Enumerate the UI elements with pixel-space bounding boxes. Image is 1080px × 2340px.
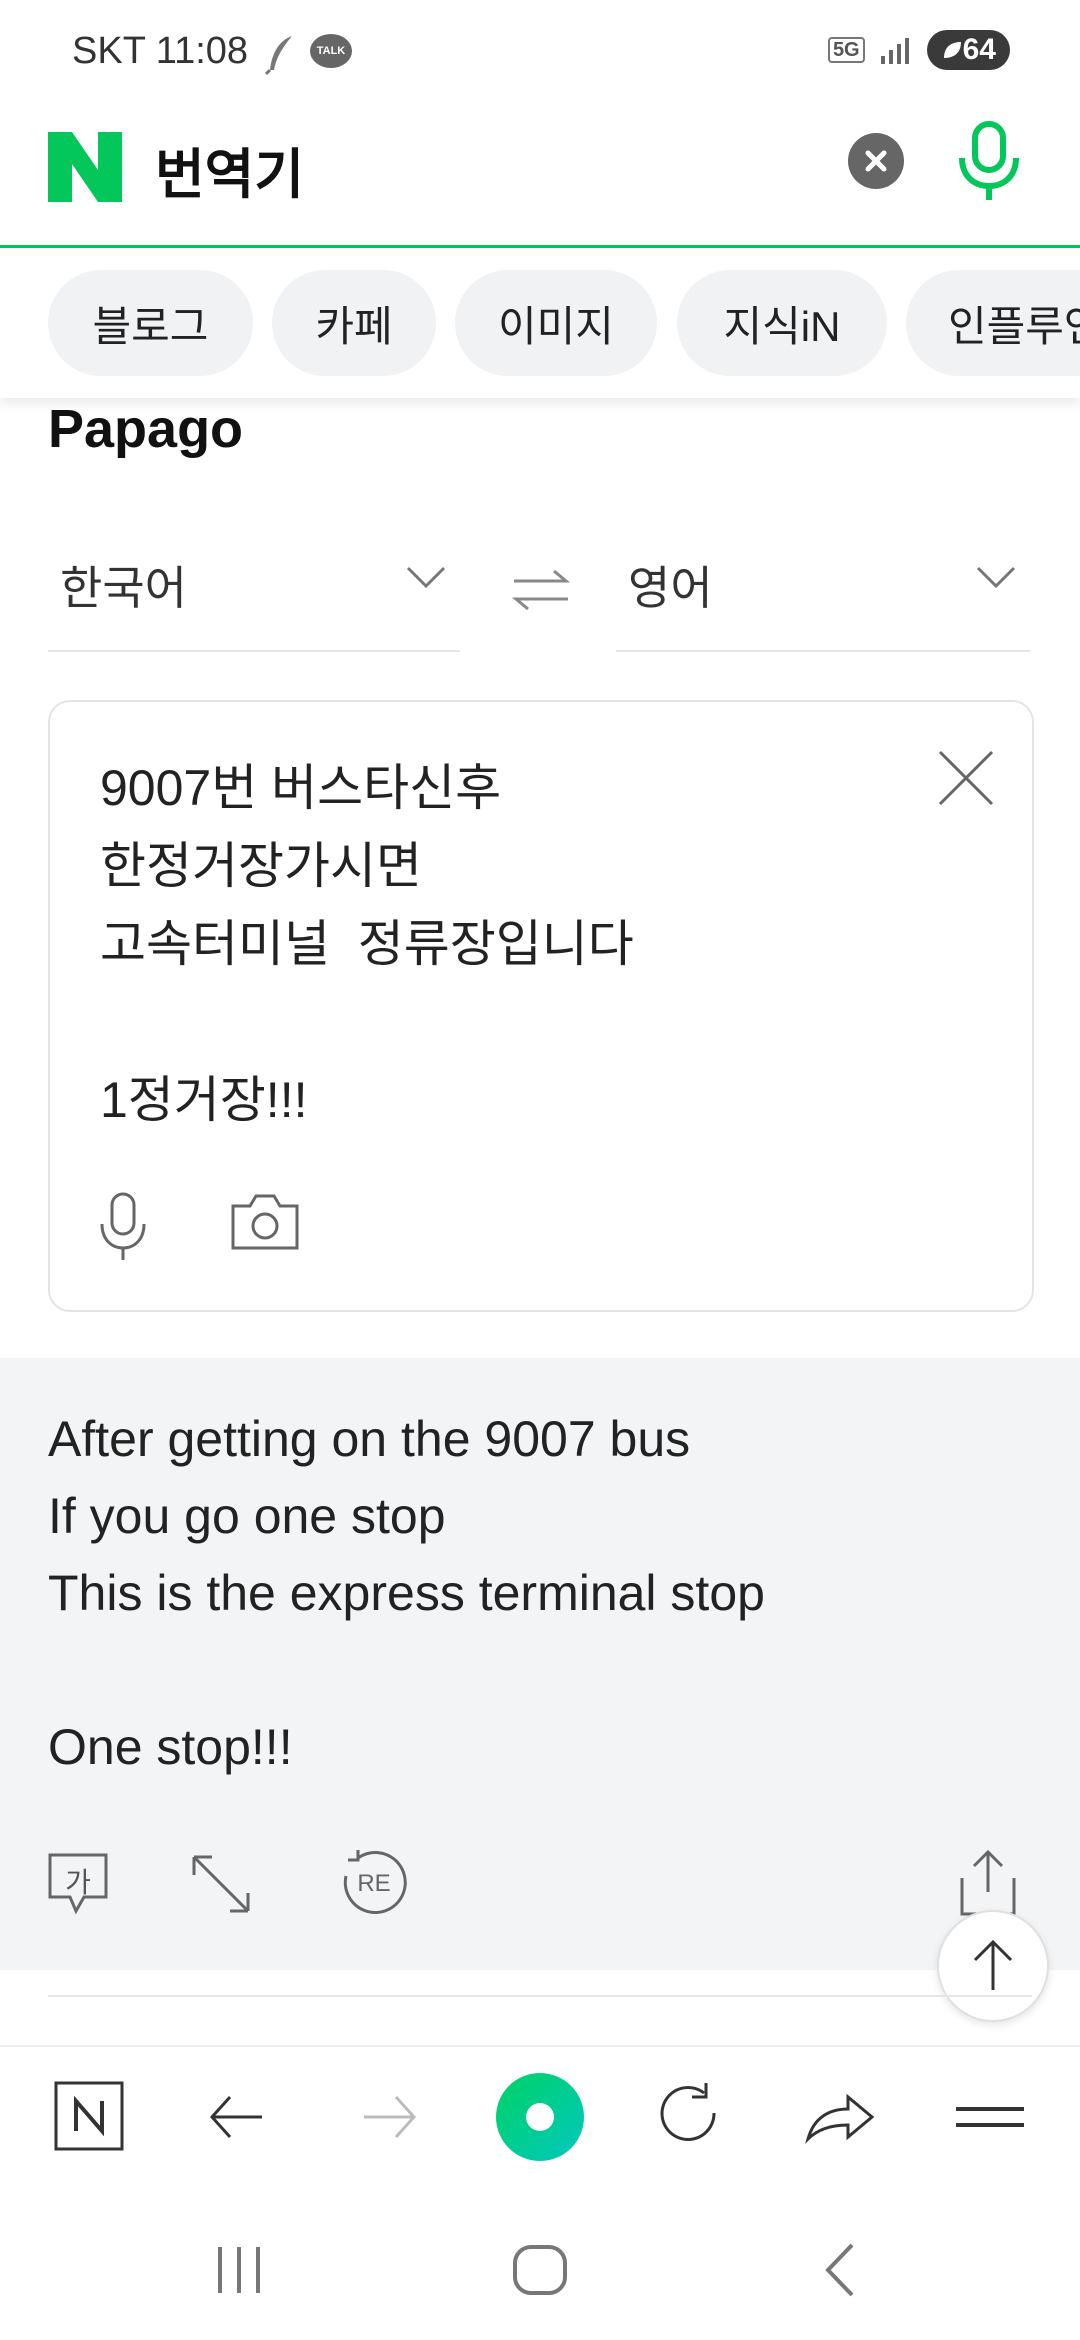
status-indicators: 5G 64 [827,30,1010,70]
honorific-label: 가 [65,1867,91,1898]
tab-images[interactable]: 이미지 [455,270,657,376]
kakaotalk-label: TALK [316,45,346,57]
source-text-line: 9007번 버스타신후 [100,760,502,816]
back-arrow-icon[interactable] [200,2077,280,2157]
system-back-icon[interactable] [806,2235,876,2305]
kakaotalk-icon: TALK [310,34,352,68]
clear-text-close-icon[interactable] [936,748,996,808]
app-header: 번역기 [0,110,1080,248]
source-language-label: 한국어 [60,562,187,614]
translation-result: After getting on the 9007 bus If you go … [0,1358,1080,1970]
tab-influencer[interactable]: 인플루언서 [906,270,1080,376]
home-icon[interactable] [505,2235,575,2305]
browser-toolbar [0,2045,1080,2197]
scroll-to-top-button[interactable] [937,1910,1049,2022]
green-dot-icon[interactable] [494,2071,586,2163]
translated-text-line: This is the express terminal stop [48,1565,765,1621]
leaf-icon [943,42,961,58]
signal-icon [880,38,909,64]
translated-text-line: One stop!!! [48,1719,293,1775]
clear-search-button[interactable] [848,133,904,189]
tab-blog[interactable]: 블로그 [48,270,253,376]
translated-text-line: If you go one stop [48,1488,446,1544]
source-language-select[interactable]: 한국어 [48,530,460,652]
tab-knowledge-in[interactable]: 지식iN [677,270,887,376]
target-language-select[interactable]: 영어 [616,530,1030,652]
source-text-line: 1정거장!!! [100,1072,308,1128]
honorific-button[interactable]: 가 [48,1853,108,1915]
recent-apps-icon[interactable] [204,2235,274,2305]
chevron-down-icon [406,566,446,589]
battery-level: 64 [962,33,996,66]
carrier-label: SKT [72,30,146,72]
network-badge: 5G [827,37,865,63]
voice-search-mic-icon[interactable] [954,120,1024,204]
share-icon[interactable] [958,1848,1018,1918]
naver-home-icon[interactable] [50,2077,130,2157]
status-bar: SKT 11:08 TALK 5G 64 [0,0,1080,105]
expand-icon[interactable] [190,1853,252,1915]
source-text-line: 한정거장가시면 [100,838,422,894]
translated-text-line: After getting on the 9007 bus [48,1411,691,1467]
refresh-icon[interactable] [650,2077,730,2157]
target-language-label: 영어 [628,562,713,614]
battery-indicator: 64 [926,30,1010,70]
divider [48,1995,1032,1997]
source-text-line: 고속터미널 정류장입니다 [100,916,634,972]
share-arrow-icon[interactable] [800,2077,880,2157]
page-title: 번역기 [155,145,305,205]
clock: 11:08 [155,30,249,72]
camera-icon[interactable] [230,1192,300,1252]
system-nav-bar [0,2195,1080,2340]
close-icon [865,150,887,172]
arrow-up-icon [973,1939,1013,1990]
retranslate-label: RE [357,1870,391,1897]
papago-title: Papago [48,399,244,459]
swap-languages-icon[interactable] [510,565,572,615]
forward-arrow-icon[interactable] [350,2077,430,2157]
naver-logo-icon[interactable] [48,132,122,202]
voice-input-mic-icon[interactable] [98,1192,148,1262]
retranslate-button[interactable]: RE [338,1848,410,1920]
menu-icon[interactable] [950,2077,1030,2157]
feather-icon [264,36,292,76]
chevron-down-icon [976,566,1016,589]
source-text-input[interactable]: 9007번 버스타신후 한정거장가시면 고속터미널 정류장입니다 1정거장!!! [48,700,1034,1312]
search-category-tabs: 블로그 카페 이미지 지식iN 인플루언서 [0,248,1080,398]
status-carrier-time: SKT 11:08 [72,30,248,73]
tab-cafe[interactable]: 카페 [272,270,436,376]
